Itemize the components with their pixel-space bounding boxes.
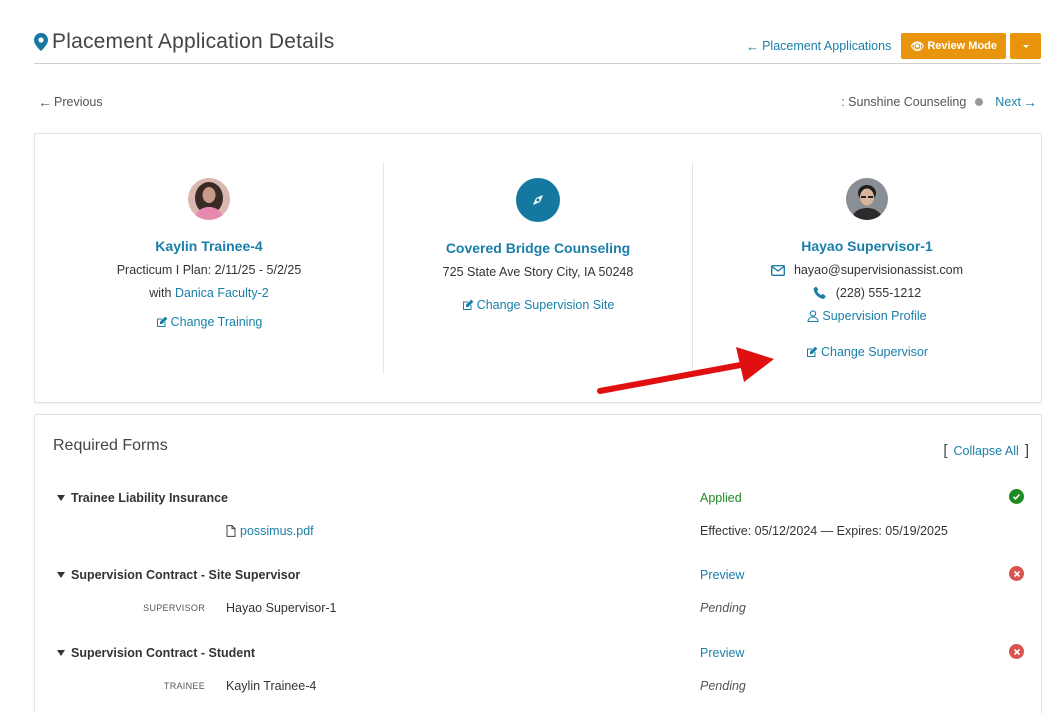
x-circle-icon: [1009, 566, 1024, 581]
preview-link[interactable]: Preview: [700, 568, 744, 582]
site-column: Covered Bridge Counseling 725 State Ave …: [383, 162, 693, 374]
collapse-all-control: [ Collapse All ]: [943, 442, 1029, 459]
file-icon: [226, 525, 236, 537]
signer-status: Pending: [700, 601, 746, 615]
coverage-dates: Effective: 05/12/2024 — Expires: 05/19/2…: [700, 524, 948, 538]
faculty-link[interactable]: Danica Faculty-2: [175, 286, 269, 300]
supervisor-name: Hayao Supervisor-1: [801, 238, 933, 254]
trainee-avatar: [188, 178, 230, 220]
placement-summary-card: Kaylin Trainee-4 Practicum I Plan: 2/11/…: [34, 133, 1042, 403]
page-title: Placement Application Details: [52, 30, 335, 53]
header-actions: ← Placement Applications 👁 Review Mode: [746, 33, 1041, 59]
change-site-label: Change Supervision Site: [476, 298, 615, 312]
supervision-profile-label: Supervision Profile: [822, 309, 927, 323]
next-navigation: : Sunshine Counseling Next →: [841, 94, 1037, 110]
review-mode-dropdown-button[interactable]: [1010, 33, 1041, 59]
site-address: 725 State Ave Story City, IA 50248: [442, 265, 634, 279]
change-supervisor-link[interactable]: Change Supervisor: [806, 345, 928, 359]
trainee-column: Kaylin Trainee-4 Practicum I Plan: 2/11/…: [35, 162, 383, 374]
back-to-applications-link[interactable]: ← Placement Applications: [746, 39, 891, 54]
trainee-faculty-line: with Danica Faculty-2: [35, 286, 383, 300]
supervisor-avatar: [846, 178, 888, 220]
annotation-arrow: [597, 347, 774, 394]
supervisor-email-line: hayao@supervisionassist.com: [693, 263, 1041, 277]
next-site-name: : Sunshine Counseling: [841, 95, 967, 109]
signer-role: Trainee: [163, 681, 205, 691]
supervisor-phone-line: (228) 555-1212: [693, 286, 1041, 300]
change-supervision-site-link[interactable]: Change Supervision Site: [462, 298, 615, 312]
phone-icon: [813, 286, 826, 299]
change-training-label: Change Training: [170, 315, 263, 329]
trainee-plan: Practicum I Plan: 2/11/25 - 5/2/25: [116, 263, 302, 277]
signer-role: Supervisor: [143, 603, 205, 613]
page-header: Placement Application Details ← Placemen…: [34, 28, 1041, 64]
edit-icon: [156, 316, 168, 327]
edit-icon: [462, 299, 474, 310]
back-link-label: Placement Applications: [762, 39, 892, 53]
form-toggle-student-contract[interactable]: Supervision Contract - Student: [57, 646, 255, 660]
separator-dot-icon: [975, 98, 984, 106]
arrow-left-icon: ←: [746, 38, 760, 54]
supervision-profile-link[interactable]: Supervision Profile: [807, 309, 927, 323]
user-icon: [807, 310, 819, 322]
previous-link[interactable]: ← Previous: [38, 94, 103, 110]
check-circle-icon: [1009, 489, 1024, 504]
signer-status: Pending: [700, 679, 746, 693]
review-mode-button[interactable]: 👁 Review Mode: [901, 33, 1006, 59]
review-mode-label: Review Mode: [927, 40, 997, 52]
preview-link[interactable]: Preview: [700, 646, 744, 660]
caret-down-icon: [57, 572, 65, 578]
collapse-all-link[interactable]: Collapse All: [954, 444, 1019, 458]
site-name: Covered Bridge Counseling: [445, 240, 631, 256]
form-title-label: Supervision Contract - Student: [71, 646, 256, 660]
required-forms-card: Required Forms [ Collapse All ] Trainee …: [34, 414, 1042, 713]
bracket-open: [: [943, 442, 948, 459]
file-link[interactable]: possimus.pdf: [226, 524, 314, 538]
form-status: Applied: [700, 491, 742, 505]
with-label: with: [149, 286, 172, 300]
signer-name: Hayao Supervisor-1: [226, 601, 337, 615]
x-circle-icon: [1009, 644, 1024, 659]
compass-icon: [516, 178, 560, 222]
edit-icon: [806, 346, 818, 357]
supervisor-phone[interactable]: (228) 555-1212: [836, 286, 921, 300]
caret-down-icon: [57, 495, 65, 501]
trainee-name: Kaylin Trainee-4: [155, 238, 263, 254]
envelope-icon: [770, 264, 785, 276]
previous-label: Previous: [54, 95, 103, 109]
arrow-right-icon: →: [1023, 94, 1037, 110]
supervisor-column: Hayao Supervisor-1 hayao@supervisionassi…: [693, 162, 1041, 374]
change-supervisor-label: Change Supervisor: [820, 345, 928, 359]
bracket-close: ]: [1024, 442, 1029, 459]
map-marker-icon: [34, 33, 48, 51]
next-label: Next: [995, 95, 1021, 109]
file-name: possimus.pdf: [240, 524, 314, 538]
eye-icon: 👁: [910, 40, 925, 53]
required-forms-title: Required Forms: [53, 437, 168, 454]
signer-name: Kaylin Trainee-4: [226, 679, 317, 693]
form-toggle-site-supervisor-contract[interactable]: Supervision Contract - Site Supervisor: [57, 568, 300, 582]
next-link[interactable]: Next →: [995, 94, 1037, 110]
form-title-label: Trainee Liability Insurance: [71, 491, 229, 505]
title-wrap: Placement Application Details: [34, 30, 334, 54]
caret-down-icon: [1022, 44, 1029, 48]
caret-down-icon: [57, 650, 65, 656]
form-toggle-liability[interactable]: Trainee Liability Insurance: [57, 491, 228, 505]
change-training-link[interactable]: Change Training: [156, 315, 263, 329]
form-title-label: Supervision Contract - Site Supervisor: [71, 568, 301, 582]
arrow-left-icon: ←: [38, 94, 52, 110]
supervisor-email[interactable]: hayao@supervisionassist.com: [794, 263, 963, 277]
